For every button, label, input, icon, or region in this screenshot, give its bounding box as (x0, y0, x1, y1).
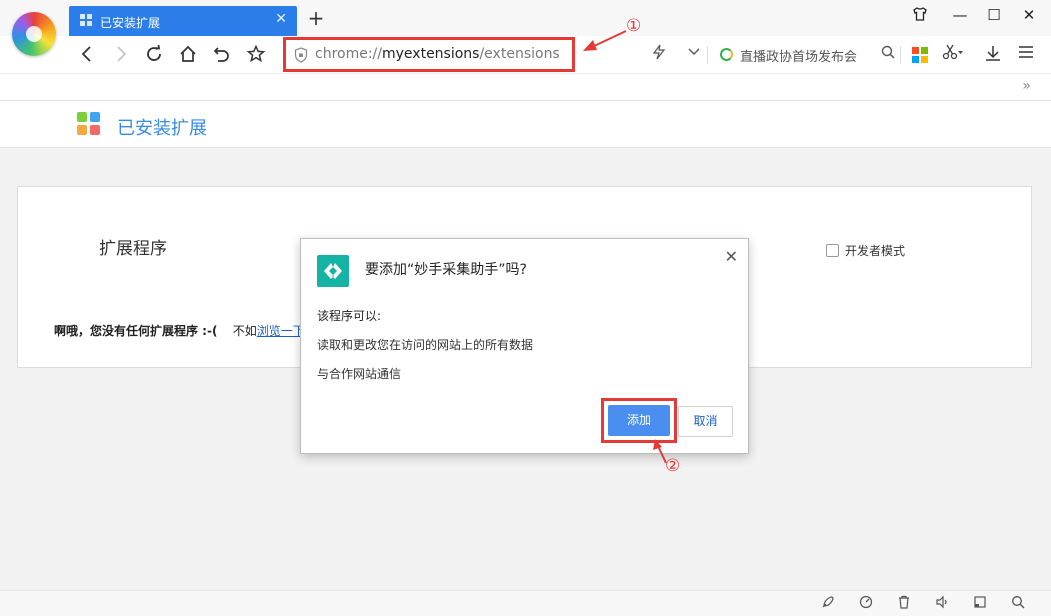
tab-close-icon[interactable]: ✕ (275, 11, 287, 27)
browser-logo-icon[interactable] (12, 12, 56, 56)
cancel-button[interactable]: 取消 (678, 406, 733, 437)
lightning-icon[interactable] (648, 44, 670, 64)
divider (707, 46, 708, 64)
page-title: 已安装扩展 (117, 118, 207, 139)
add-button[interactable]: 添加 (608, 405, 670, 436)
window-icon[interactable] (970, 595, 990, 613)
divider (900, 46, 901, 64)
section-title: 扩展程序 (99, 239, 167, 259)
step-2-marker: ② (665, 456, 681, 476)
zoom-icon[interactable] (1008, 595, 1028, 613)
empty-message-text: 啊哦，您没有任何扩展程序 :-( (54, 324, 218, 338)
undo-close-tab-icon[interactable] (209, 41, 235, 67)
back-icon[interactable] (74, 41, 100, 67)
minimize-icon[interactable]: — (949, 6, 971, 24)
bookmark-star-icon[interactable] (243, 41, 269, 67)
dialog-close-icon[interactable]: ✕ (725, 247, 738, 266)
title-bar: 已安装扩展 ✕ + — ☐ ✕ (0, 0, 1051, 37)
search-suggestion: 直播政协首场发布会 (740, 50, 858, 65)
tab-installed-extensions[interactable]: 已安装扩展 ✕ (69, 6, 297, 37)
navigation-toolbar: chrome://myextensions/extensions ① 直播政协首… (0, 16, 1051, 73)
new-tab-icon[interactable]: + (305, 6, 327, 30)
trash-icon[interactable] (894, 595, 914, 613)
add-button-highlight: 添加 (601, 398, 677, 443)
dialog-title: 要添加“妙手采集助手”吗? (365, 262, 527, 278)
maximize-icon[interactable]: ☐ (983, 6, 1005, 24)
chevron-down-icon[interactable] (683, 44, 705, 64)
bookmark-bar: » (0, 73, 1051, 101)
extensions-grid-icon (77, 112, 101, 136)
developer-mode-toggle[interactable]: 开发者模式 (826, 242, 905, 259)
url-path: /extensions (479, 46, 560, 62)
forward-icon[interactable] (108, 41, 134, 67)
close-window-icon[interactable]: ✕ (1018, 6, 1040, 24)
page-header: 已安装扩展 (0, 101, 1051, 148)
menu-icon[interactable] (1015, 44, 1037, 64)
reload-icon[interactable] (141, 41, 167, 67)
extension-logo-icon (317, 255, 349, 287)
rocket-icon[interactable] (818, 595, 838, 613)
permissions-heading: 该程序可以: (317, 309, 382, 323)
screenshot-scissors-icon[interactable] (942, 44, 964, 64)
extensions-tab-icon (80, 14, 94, 28)
apps-grid-icon[interactable] (912, 47, 928, 63)
tab-title: 已安装扩展 (100, 16, 161, 30)
suggestion-text: 不如 (232, 324, 257, 338)
browse-link[interactable]: 浏览一下 (257, 324, 305, 338)
volume-icon[interactable] (932, 595, 952, 613)
step-1-arrow (583, 30, 627, 51)
empty-extensions-message: 啊哦，您没有任何扩展程序 :-( 不如浏览一下 (54, 322, 305, 339)
skin-icon[interactable] (909, 6, 931, 26)
url-host: myextensions (382, 46, 480, 62)
url-scheme: chrome:// (315, 46, 382, 62)
search-engine-icon (720, 48, 733, 61)
search-box[interactable]: 直播政协首场发布会 (720, 43, 895, 67)
home-icon[interactable] (175, 41, 201, 67)
address-bar[interactable]: chrome://myextensions/extensions (283, 37, 575, 72)
add-extension-dialog: 要添加“妙手采集助手”吗? ✕ 该程序可以: 读取和更改您在访问的网站上的所有数… (300, 238, 749, 454)
download-icon[interactable] (982, 44, 1004, 66)
more-bookmarks-icon[interactable]: » (1022, 78, 1031, 94)
accelerate-icon[interactable] (856, 595, 876, 613)
developer-mode-checkbox[interactable] (826, 244, 839, 257)
search-icon[interactable] (881, 45, 895, 63)
security-shield-icon (294, 47, 308, 63)
status-bar (0, 590, 1051, 616)
permission-item: 读取和更改您在访问的网站上的所有数据 (317, 338, 534, 352)
permission-item: 与合作网站通信 (317, 367, 402, 381)
developer-mode-label: 开发者模式 (845, 244, 906, 258)
address-url[interactable]: chrome://myextensions/extensions (315, 46, 560, 62)
